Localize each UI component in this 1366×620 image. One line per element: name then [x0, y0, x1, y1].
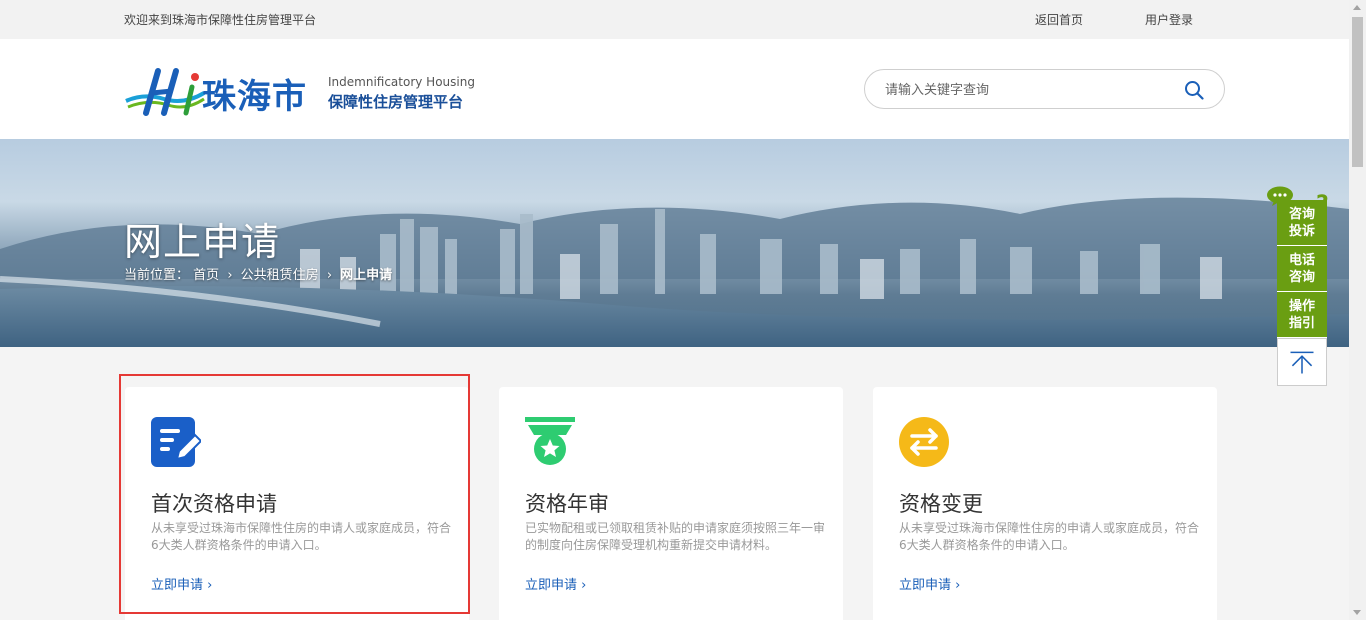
site-logo[interactable]: 珠海市 Indemnificatory Housing 保障性住房管理平台 [124, 63, 475, 117]
breadcrumb-separator: › [227, 268, 233, 283]
card-title: 资格年审 [525, 492, 609, 516]
scrollbar-thumb[interactable] [1352, 17, 1363, 167]
search-box [864, 69, 1225, 109]
welcome-text: 欢迎来到珠海市保障性住房管理平台 [124, 13, 317, 27]
login-link[interactable]: 用户登录 [1145, 11, 1193, 28]
back-to-top-button[interactable] [1277, 338, 1327, 386]
swap-arrows-icon [899, 417, 949, 467]
search-icon[interactable] [1184, 80, 1204, 100]
medal-star-icon [525, 417, 575, 465]
arrow-up-icon [1290, 351, 1314, 374]
header: 珠海市 Indemnificatory Housing 保障性住房管理平台 [0, 39, 1349, 139]
scroll-down-arrow-icon[interactable] [1353, 610, 1361, 615]
apply-now-link[interactable]: 立即申请 › [151, 574, 212, 593]
breadcrumb-current: 网上申请 [340, 268, 393, 283]
logo-english-text: Indemnificatory Housing [328, 75, 475, 89]
breadcrumb-separator: › [326, 268, 333, 283]
scroll-up-arrow-icon[interactable] [1353, 5, 1361, 10]
card-description: 从未享受过珠海市保障性住房的申请人或家庭成员，符合6大类人群资格条件的申请入口。 [151, 521, 452, 552]
card-title: 资格变更 [899, 492, 983, 516]
breadcrumb-home[interactable]: 首页 [193, 268, 219, 283]
apply-now-link[interactable]: 立即申请 › [899, 574, 960, 593]
logo-chinese-text: 保障性住房管理平台 [328, 93, 464, 111]
breadcrumb: 当前位置： 首页 › 公共租赁住房 › 网上申请 [124, 264, 392, 283]
side-widget: 咨询 投诉 电话 咨询 操作 指引 [1277, 200, 1327, 386]
apply-now-link[interactable]: 立即申请 › [525, 574, 586, 593]
page-title: 网上申请 [124, 220, 281, 264]
card-title: 首次资格申请 [151, 492, 277, 516]
search-input[interactable] [885, 80, 1165, 100]
side-consult-complaint[interactable]: 咨询 投诉 [1277, 200, 1327, 246]
card-annual-review: 资格年审 已实物配租或已领取租赁补贴的申请家庭须按照三年一审的制度向住房保障受理… [499, 387, 843, 620]
top-bar: 欢迎来到珠海市保障性住房管理平台 返回首页 用户登录 [0, 0, 1349, 39]
card-first-application: 首次资格申请 从未享受过珠海市保障性住房的申请人或家庭成员，符合6大类人群资格条… [125, 387, 469, 620]
hi-logo-icon [125, 68, 206, 116]
card-description: 从未享受过珠海市保障性住房的申请人或家庭成员，符合6大类人群资格条件的申请入口。 [899, 521, 1200, 552]
page-banner: 网上申请 当前位置： 首页 › 公共租赁住房 › 网上申请 [0, 139, 1349, 347]
side-operation-guide[interactable]: 操作 指引 [1277, 292, 1327, 338]
side-phone-consult[interactable]: 电话 咨询 [1277, 246, 1327, 292]
home-link[interactable]: 返回首页 [1035, 11, 1083, 28]
card-qualification-change: 资格变更 从未享受过珠海市保障性住房的申请人或家庭成员，符合6大类人群资格条件的… [873, 387, 1217, 620]
page-scrollbar[interactable] [1349, 0, 1366, 620]
breadcrumb-label: 当前位置： [124, 268, 190, 283]
logo-city-text: 珠海市 [202, 77, 307, 117]
breadcrumb-public-rental[interactable]: 公共租赁住房 [241, 268, 319, 283]
edit-document-icon [151, 417, 201, 467]
card-description: 已实物配租或已领取租赁补贴的申请家庭须按照三年一审的制度向住房保障受理机构重新提… [525, 521, 826, 552]
